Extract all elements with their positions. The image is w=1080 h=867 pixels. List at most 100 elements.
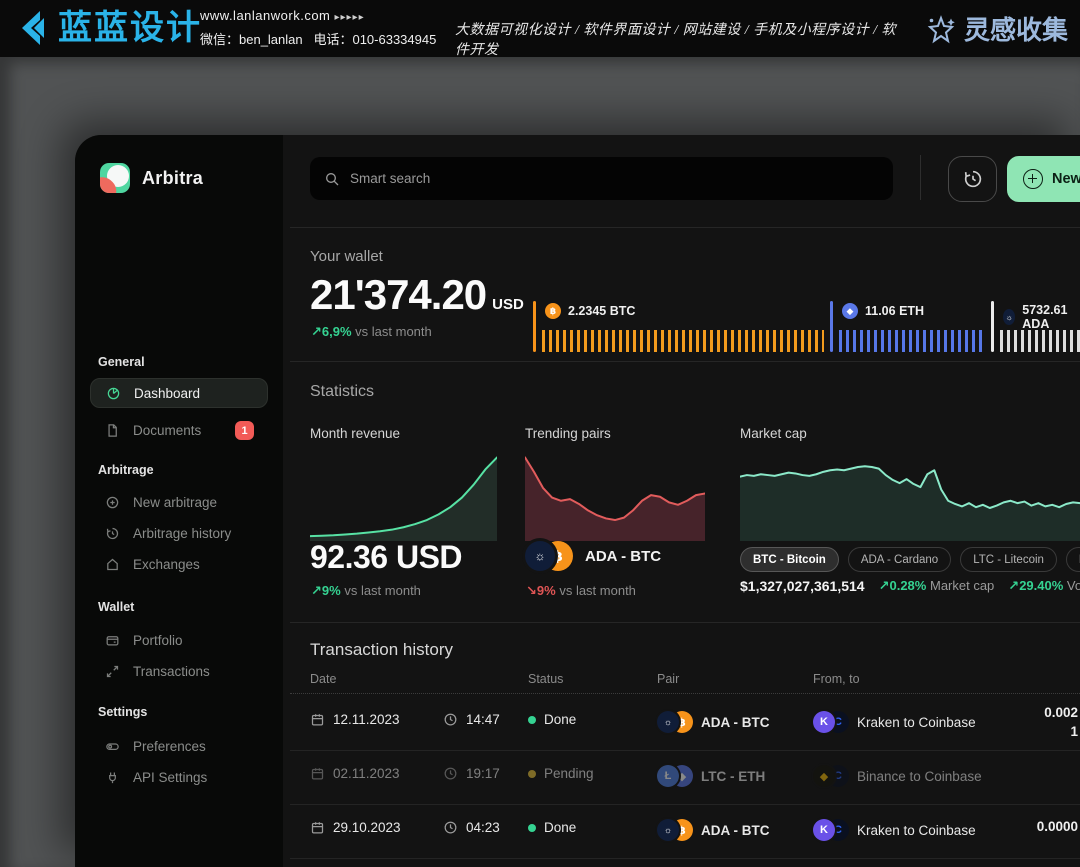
tx-status: Pending [528, 766, 594, 781]
section-label-settings: Settings [98, 705, 147, 719]
separator [290, 227, 1080, 228]
banner-logo-text: 蓝蓝设计 [58, 7, 202, 49]
clock-icon [443, 820, 458, 835]
sidebar: Arbitra General Dashboard Documents 1 Ar… [75, 135, 283, 867]
table-row[interactable]: 12.11.2023 14:47 Done ฿☼ ADA - BTC CK Kr… [283, 697, 1080, 749]
table-row[interactable]: 29.10.2023 04:23 Done ฿☼ ADA - BTC CK Kr… [283, 805, 1080, 857]
tx-pair: ฿☼ ADA - BTC [657, 711, 770, 733]
sidebar-item-dashboard[interactable]: Dashboard [90, 378, 268, 408]
banner-logo: 蓝蓝设计 [10, 7, 202, 49]
ada-bars [1000, 330, 1080, 352]
col-date: Date [310, 672, 336, 686]
new-arbitrage-button-label: New a [1052, 171, 1080, 187]
kraken-icon: K [813, 819, 835, 841]
btc-icon: ฿ [545, 303, 561, 319]
tx-date: 29.10.2023 [310, 820, 401, 835]
sidebar-item-transactions[interactable]: Transactions [90, 656, 268, 686]
tag-btc-bitcoin[interactable]: BTC - Bitcoin [740, 547, 839, 572]
tag-ada-cardano[interactable]: ADA - Cardano [848, 547, 951, 572]
tx-status: Done [528, 712, 576, 727]
history-icon [105, 526, 120, 541]
tx-pair: ฿☼ ADA - BTC [657, 819, 770, 841]
transaction-history-title: Transaction history [310, 640, 453, 660]
banner-wechat: 微信：ben_lanlan [200, 32, 303, 47]
market-cap-chart [740, 453, 1080, 541]
separator [290, 361, 1080, 362]
market-cap-pair-filters: BTC - Bitcoin ADA - Cardano LTC - Liteco… [740, 547, 1080, 572]
col-status: Status [528, 672, 563, 686]
search-input[interactable] [350, 171, 879, 186]
ada-bar-divider [991, 301, 994, 352]
sidebar-item-documents[interactable]: Documents 1 [90, 415, 268, 445]
row-separator [290, 858, 1080, 859]
market-cap-value: $1,327,027,361,514 [740, 578, 865, 594]
clock-icon [443, 712, 458, 727]
search-bar[interactable] [310, 157, 893, 200]
tag-ltc-litecoin[interactable]: LTC - Litecoin [960, 547, 1057, 572]
binance-icon: ◆ [813, 765, 835, 787]
sidebar-item-label: Portfolio [133, 633, 183, 648]
brand: Arbitra [100, 163, 203, 193]
sidebar-item-label: Exchanges [133, 557, 200, 572]
sidebar-item-exchanges[interactable]: Exchanges [90, 549, 268, 579]
col-pair: Pair [657, 672, 679, 686]
month-revenue-chart [310, 453, 497, 541]
history-button[interactable] [948, 156, 997, 202]
sidebar-item-label: Dashboard [134, 386, 200, 401]
trending-pairs-chart [525, 453, 705, 541]
wallet-title: Your wallet [310, 248, 383, 265]
sidebar-item-arbitrage-history[interactable]: Arbitrage history [90, 518, 268, 548]
calendar-icon [310, 712, 325, 727]
status-dot-done [528, 716, 536, 724]
banner-services: 大数据可视化设计 / 软件界面设计 / 网站建设 / 手机及小程序设计 / 软件… [455, 19, 905, 59]
eth-icon: ◆ [842, 303, 858, 319]
eth-bar-divider [830, 301, 833, 352]
arbitra-logo-icon [100, 163, 130, 193]
trending-pairs-change: ↘9% vs last month [526, 583, 636, 599]
sidebar-item-portfolio[interactable]: Portfolio [90, 625, 268, 655]
tx-time: 14:47 [443, 712, 500, 727]
ada-icon: ☼ [525, 541, 555, 571]
tx-amount: 0.002 1 [1044, 703, 1078, 741]
tx-route: C◆ Binance to Coinbase [813, 765, 982, 787]
statistics-title: Statistics [310, 383, 374, 401]
sidebar-item-label: Arbitrage history [133, 526, 231, 541]
market-cap-summary: $1,327,027,361,514 ↗0.28% Market cap ↗29… [740, 578, 1080, 594]
sidebar-item-label: Documents [133, 423, 201, 438]
trending-pair-name: ADA - BTC [585, 548, 661, 565]
sidebar-item-api-settings[interactable]: API Settings [90, 762, 268, 792]
ltc-icon: Ł [657, 765, 679, 787]
topbar-divider [920, 155, 921, 200]
trending-pairs-label: Trending pairs [525, 426, 611, 441]
plus-circle-icon [105, 495, 120, 510]
month-revenue-value: 92.36 USD [310, 539, 462, 576]
sidebar-item-preferences[interactable]: Preferences [90, 731, 268, 761]
tx-date: 12.11.2023 [310, 712, 400, 727]
market-cap-label: Market cap [740, 426, 807, 441]
trending-pair: ฿ ☼ ADA - BTC [525, 541, 661, 571]
table-row[interactable]: 02.11.2023 19:17 Pending ◆Ł LTC - ETH C◆… [283, 751, 1080, 803]
dashboard-pie-icon [106, 386, 121, 401]
banner-url[interactable]: www.lanlanwork.com [200, 8, 330, 23]
new-arbitrage-button[interactable]: New a [1007, 156, 1080, 202]
sidebar-item-new-arbitrage[interactable]: New arbitrage [90, 487, 268, 517]
eth-bars [839, 330, 985, 352]
calendar-icon [310, 820, 325, 835]
ada-icon: ☼ [657, 711, 679, 733]
tx-time: 04:23 [443, 820, 500, 835]
search-icon [324, 171, 340, 187]
tx-status: Done [528, 820, 576, 835]
month-revenue-change: ↗9% vs last month [311, 583, 421, 599]
wallet-amount: 21'374.20USD [310, 271, 524, 319]
col-from-to: From, to [813, 672, 860, 686]
page: 蓝蓝设计 www.lanlanwork.com ▸▸▸▸▸ 微信：ben_lan… [0, 0, 1080, 867]
sidebar-item-label: Transactions [133, 664, 210, 679]
ada-holding: ☼ 5732.61 ADA [1003, 303, 1080, 331]
section-label-arbitrage: Arbitrage [98, 463, 154, 477]
exchange-house-icon [105, 557, 120, 572]
tag-eth-ethereum[interactable]: ETH - Ethereu [1066, 547, 1080, 572]
history-clock-icon [962, 168, 984, 190]
dashboard-window: Arbitra General Dashboard Documents 1 Ar… [75, 135, 1080, 867]
banner-collect-link[interactable]: 灵感收集 [926, 10, 1068, 47]
tx-date: 02.11.2023 [310, 766, 400, 781]
